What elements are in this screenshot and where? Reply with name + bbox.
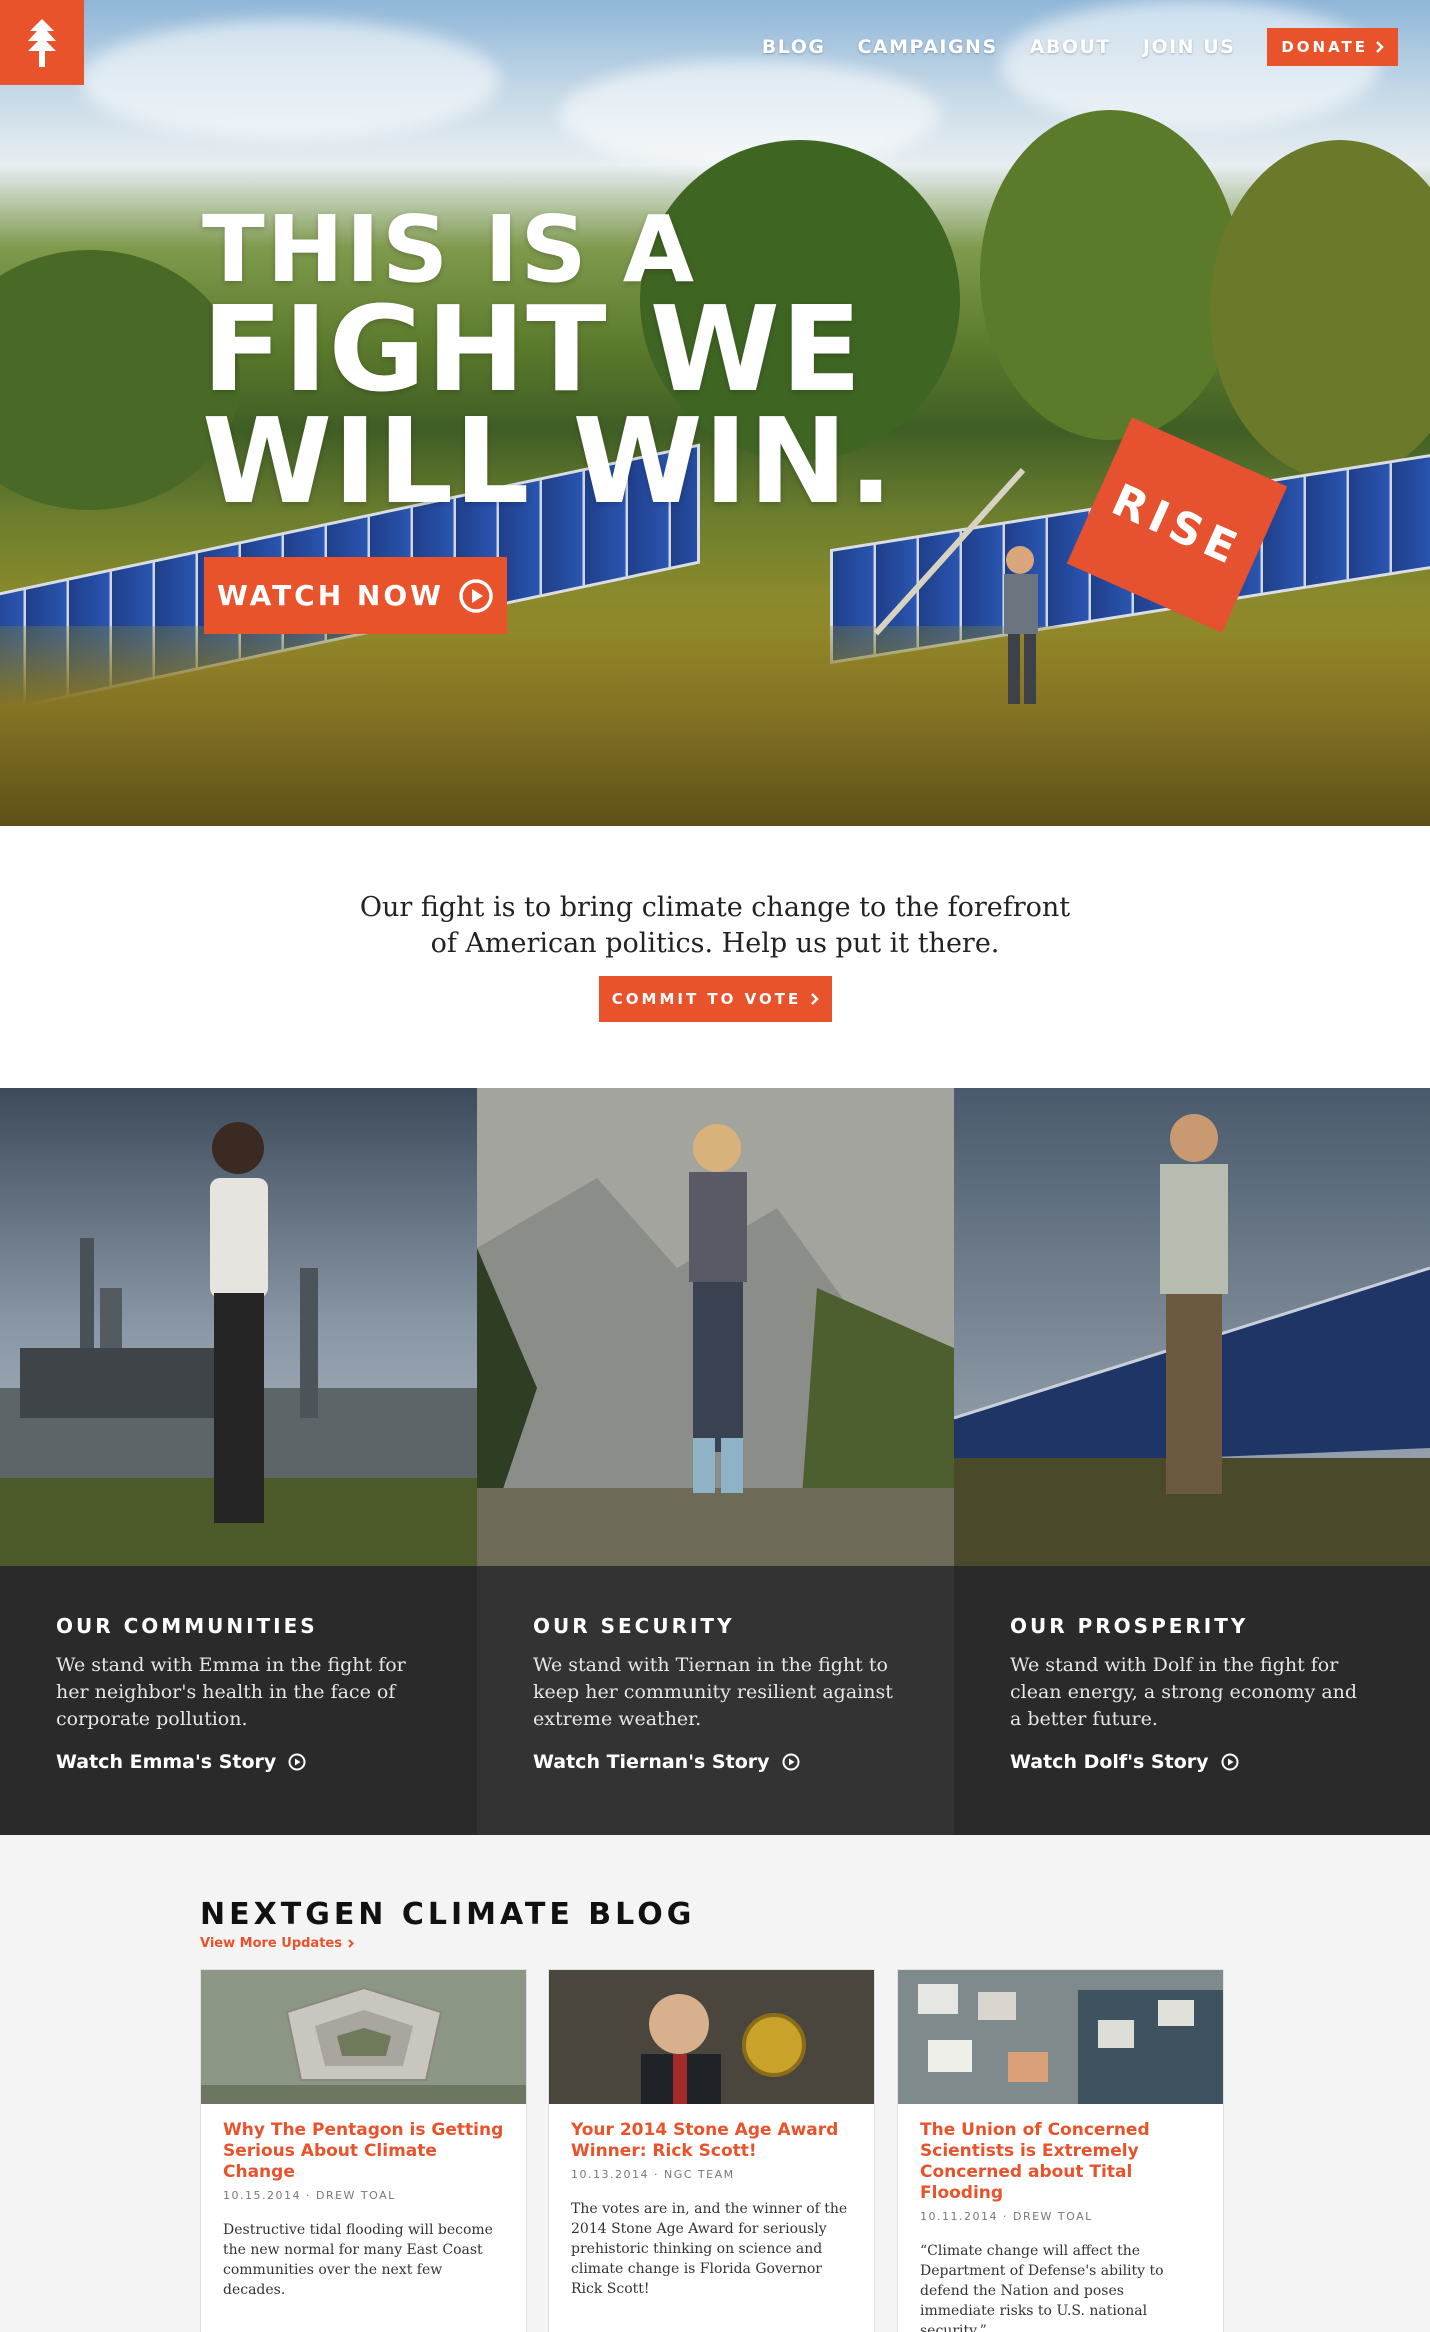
mission-section: Our fight is to bring climate change to … (0, 826, 1430, 1088)
story-title: OUR PROSPERITY (1010, 1614, 1249, 1638)
mission-text: Our fight is to bring climate change to … (359, 892, 1071, 959)
tree-logo-icon (28, 18, 56, 67)
chevron-right-icon (1376, 41, 1384, 53)
post-excerpt: Destructive tidal flooding will become t… (223, 2222, 493, 2298)
post-title[interactable]: The Union of Concerned Scientists is Ext… (920, 2120, 1201, 2204)
hero: RISE BLOG CAMPAIGNS ABOUT JOIN US DONATE… (0, 0, 1430, 826)
watch-now-button[interactable]: WATCH NOW (204, 557, 507, 634)
story-title: OUR SECURITY (533, 1614, 735, 1638)
flooding-thumbnail (898, 1970, 1223, 2104)
nav-join-us[interactable]: JOIN US (1143, 36, 1235, 58)
watch-emma-story-link[interactable]: Watch Emma's Story (56, 1751, 477, 1773)
headline-line-2: FIGHT WE (202, 280, 863, 419)
play-circle-icon (459, 578, 493, 613)
play-circle-icon (782, 1753, 800, 1771)
post-date: 10.11.2014 (920, 2210, 998, 2223)
story-description: We stand with Emma in the fight for her … (56, 1654, 406, 1730)
story-text: OUR SECURITY We stand with Tiernan in th… (477, 1566, 954, 1835)
post-meta: 10.13.2014 · NGC TEAM (571, 2168, 735, 2181)
flag-text: RISE (1104, 474, 1250, 576)
chevron-right-icon (811, 993, 819, 1005)
headline-line-3: WILL WIN. (202, 392, 895, 531)
story-text: OUR PROSPERITY We stand with Dolf in the… (954, 1566, 1430, 1835)
blog-card[interactable]: Your 2014 Stone Age Award Winner: Rick S… (548, 1969, 875, 2332)
post-date: 10.13.2014 (571, 2168, 649, 2181)
blog-card[interactable]: The Union of Concerned Scientists is Ext… (897, 1969, 1224, 2332)
story-text: OUR COMMUNITIES We stand with Emma in th… (0, 1566, 477, 1835)
post-author: DREW TOAL (315, 2189, 396, 2202)
tree (980, 110, 1240, 440)
story-title: OUR COMMUNITIES (56, 1614, 318, 1638)
emma-photo (0, 1088, 477, 1566)
story-link-label: Watch Dolf's Story (1010, 1751, 1209, 1773)
chevron-right-icon (348, 1939, 354, 1948)
view-more-updates-link[interactable]: View More Updates (200, 1936, 354, 1951)
story-link-label: Watch Tiernan's Story (533, 1751, 770, 1773)
watch-now-label: WATCH NOW (216, 579, 445, 612)
story-description: We stand with Tiernan in the fight to ke… (533, 1654, 893, 1730)
play-circle-icon (1221, 1753, 1239, 1771)
main-nav: BLOG CAMPAIGNS ABOUT JOIN US DONATE (762, 28, 1430, 66)
boy-figure (1004, 546, 1038, 704)
commit-label: COMMIT TO VOTE (611, 990, 802, 1008)
tree (1210, 140, 1430, 480)
post-author: NGC TEAM (663, 2168, 735, 2181)
nav-campaigns[interactable]: CAMPAIGNS (857, 36, 997, 58)
view-more-label: View More Updates (200, 1936, 342, 1951)
stories-section: OUR COMMUNITIES We stand with Emma in th… (0, 1088, 1430, 1835)
post-date: 10.15.2014 (223, 2189, 301, 2202)
logo[interactable] (0, 0, 84, 85)
story-link-label: Watch Emma's Story (56, 1751, 277, 1773)
post-title[interactable]: Why The Pentagon is Getting Serious Abou… (223, 2120, 504, 2183)
rick-scott-thumbnail (549, 1970, 874, 2104)
story-description: We stand with Dolf in the fight for clea… (1010, 1654, 1358, 1730)
donate-label: DONATE (1281, 38, 1368, 56)
pentagon-thumbnail (201, 1970, 526, 2104)
play-circle-icon (288, 1753, 306, 1771)
blog-card[interactable]: Why The Pentagon is Getting Serious Abou… (200, 1969, 527, 2332)
post-author: DREW TOAL (1012, 2210, 1093, 2223)
donate-button[interactable]: DONATE (1267, 28, 1398, 66)
hero-headline: THIS IS A FIGHT WE WILL WIN. (202, 203, 895, 531)
blog-section: NEXTGEN CLIMATE BLOG View More Updates W… (0, 1835, 1430, 2332)
post-excerpt: “Climate change will affect the Departme… (920, 2243, 1164, 2332)
blog-title: NEXTGEN CLIMATE BLOG (200, 1897, 696, 1932)
post-meta: 10.15.2014 · DREW TOAL (223, 2189, 396, 2202)
story-communities: OUR COMMUNITIES We stand with Emma in th… (0, 1088, 477, 1835)
story-prosperity: OUR PROSPERITY We stand with Dolf in the… (954, 1088, 1430, 1835)
watch-dolf-story-link[interactable]: Watch Dolf's Story (1010, 1751, 1430, 1773)
tiernan-photo (477, 1088, 954, 1566)
commit-to-vote-button[interactable]: COMMIT TO VOTE (599, 976, 832, 1022)
post-title[interactable]: Your 2014 Stone Age Award Winner: Rick S… (571, 2120, 852, 2162)
nav-about[interactable]: ABOUT (1030, 36, 1111, 58)
nav-blog[interactable]: BLOG (762, 36, 826, 58)
post-meta: 10.11.2014 · DREW TOAL (920, 2210, 1093, 2223)
watch-tiernan-story-link[interactable]: Watch Tiernan's Story (533, 1751, 954, 1773)
grass (0, 626, 1430, 826)
dolf-photo (954, 1088, 1430, 1566)
post-excerpt: The votes are in, and the winner of the … (571, 2201, 848, 2297)
story-security: OUR SECURITY We stand with Tiernan in th… (477, 1088, 954, 1835)
cloud (80, 20, 500, 140)
